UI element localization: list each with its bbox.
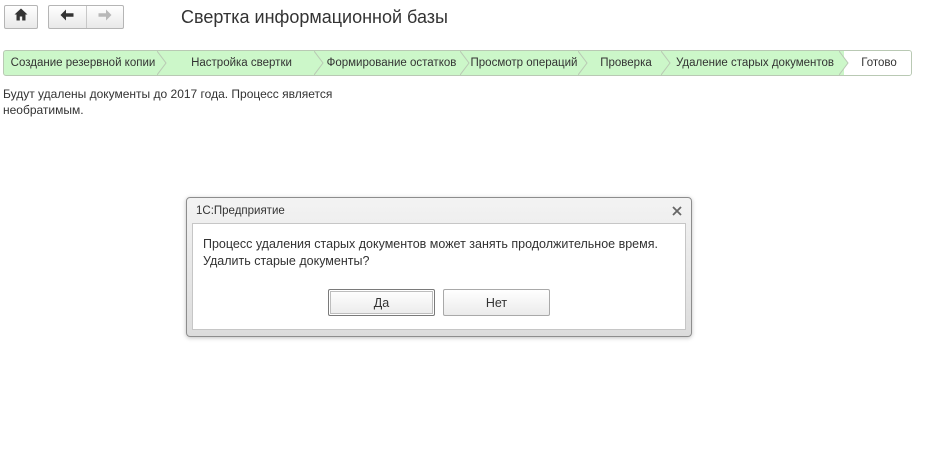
step-separator xyxy=(839,51,849,75)
navigation-buttons xyxy=(48,5,124,29)
yes-button[interactable]: Да xyxy=(328,289,435,316)
back-button[interactable] xyxy=(49,6,86,28)
dialog-title: 1С:Предприятие xyxy=(196,205,285,217)
close-icon[interactable] xyxy=(669,203,685,219)
app-window: Свертка информационной базы Создание рез… xyxy=(0,0,931,465)
dialog-message: Процесс удаления старых документов может… xyxy=(203,237,658,268)
page-title: Свертка информационной базы xyxy=(181,7,448,27)
home-button[interactable] xyxy=(4,5,38,29)
step-settings[interactable]: Настройка свертки xyxy=(164,51,319,75)
step-delete-documents[interactable]: Удаление старых документов xyxy=(668,51,842,75)
forward-button[interactable] xyxy=(85,6,124,28)
step-balances[interactable]: Формирование остатков xyxy=(320,51,463,75)
info-text: Будут удалены документы до 2017 года. Пр… xyxy=(3,87,333,117)
no-button[interactable]: Нет xyxy=(443,289,550,316)
step-done[interactable]: Готово xyxy=(849,51,909,75)
dialog-body: Процесс удаления старых документов может… xyxy=(192,223,686,330)
confirm-dialog: 1С:Предприятие Процесс удаления старых д… xyxy=(186,197,692,337)
step-operations[interactable]: Просмотр операций xyxy=(466,51,582,75)
arrow-left-icon xyxy=(60,8,74,26)
arrow-right-icon xyxy=(98,8,112,26)
step-backup[interactable]: Создание резервной копии xyxy=(4,51,162,75)
steps-bar: Создание резервной копии Настройка сверт… xyxy=(3,50,912,76)
step-check[interactable]: Проверка xyxy=(586,51,666,75)
home-icon xyxy=(14,8,28,26)
